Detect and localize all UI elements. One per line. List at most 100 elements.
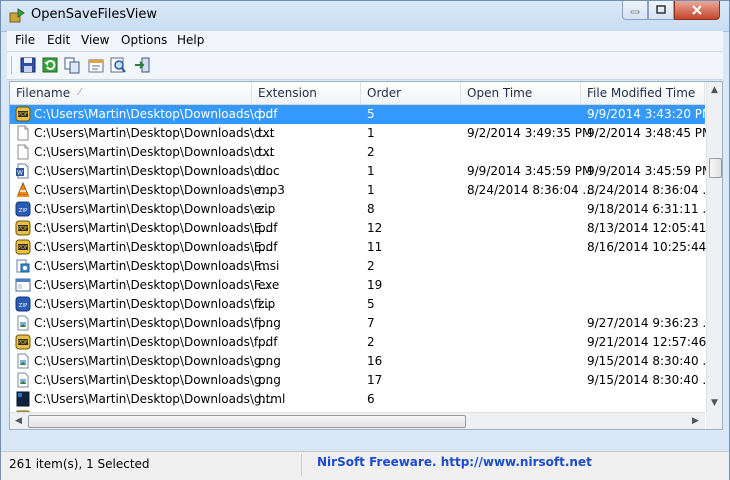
cell-filename: C:\Users\Martin\Desktop\Downloads\f...: [34, 335, 269, 349]
cell-order: 8: [367, 202, 375, 216]
title-bar[interactable]: OpenSaveFilesView: [1, 1, 729, 32]
cell-file-modified-time: 8/13/2014 12:05:41...: [587, 221, 718, 235]
menu-help[interactable]: Help: [177, 33, 204, 47]
table-row[interactable]: C:\Users\Martin\Desktop\Downloads\e... mp…: [10, 181, 714, 200]
pdf-file-icon: PDF: [15, 106, 31, 122]
column-filename[interactable]: Filename ⁄: [10, 82, 252, 104]
cell-filename: C:\Users\Martin\Desktop\Downloads\e...: [34, 183, 273, 197]
blank-file-icon: [17, 125, 29, 141]
menu-edit[interactable]: Edit: [47, 33, 70, 47]
cell-filename: C:\Users\Martin\Desktop\Downloads\g...: [34, 392, 273, 406]
cell-order: 11: [367, 240, 383, 254]
cell-file-modified-time: 8/16/2014 10:25:44...: [587, 240, 718, 254]
refresh-icon[interactable]: [41, 56, 59, 74]
cell-extension: png: [258, 354, 281, 368]
html-file-icon: [16, 391, 30, 407]
cell-filename: C:\Users\Martin\Desktop\Downloads\F...: [34, 259, 271, 273]
column-order[interactable]: Order: [361, 82, 461, 104]
column-file-modified-time[interactable]: File Modified Time: [581, 82, 705, 104]
scroll-right-icon[interactable]: ▶: [692, 416, 699, 426]
menu-options[interactable]: Options: [121, 33, 167, 47]
cell-order: 2: [367, 259, 375, 273]
cell-filename: C:\Users\Martin\Desktop\Downloads\d...: [34, 107, 273, 121]
cell-extension: html: [258, 392, 286, 406]
png-file-icon: [17, 372, 29, 388]
table-row[interactable]: ZIP C:\Users\Martin\Desktop\Downloads\e..…: [10, 200, 714, 219]
vertical-scrollbar[interactable]: ▲ ▼: [706, 82, 722, 412]
table-row[interactable]: PDF C:\Users\Martin\Desktop\Downloads\d..…: [10, 105, 712, 124]
cell-extension: zip: [258, 202, 276, 216]
svg-text:PDF: PDF: [18, 245, 28, 251]
cell-extension: txt: [258, 126, 275, 140]
nirsoft-link[interactable]: NirSoft Freeware. http://www.nirsoft.net: [317, 455, 592, 469]
table-row[interactable]: PDF C:\Users\Martin\Desktop\Downloads\E..…: [10, 238, 718, 257]
properties-icon[interactable]: [87, 56, 105, 74]
table-row[interactable]: C:\Users\Martin\Desktop\Downloads\d... tx…: [10, 143, 705, 162]
find-icon[interactable]: [109, 56, 127, 74]
table-row[interactable]: C:\Users\Martin\Desktop\Downloads\fi... p…: [10, 314, 714, 333]
cell-filename: C:\Users\Martin\Desktop\Downloads\fi...: [34, 297, 273, 311]
cell-file-modified-time: 9/2/2014 3:48:45 PM: [587, 126, 713, 140]
table-row[interactable]: C:\Users\Martin\Desktop\Downloads\g... ht…: [10, 390, 705, 409]
minimize-button[interactable]: [622, 1, 648, 20]
table-row[interactable]: C:\Users\Martin\Desktop\Downloads\F... ex…: [10, 276, 705, 295]
scroll-corner: [706, 412, 722, 429]
table-row[interactable]: PDF C:\Users\Martin\Desktop\Downloads\E..…: [10, 219, 718, 238]
window-title: OpenSaveFilesView: [31, 7, 158, 22]
minimize-icon: [630, 10, 640, 14]
vertical-scroll-thumb[interactable]: [709, 158, 722, 178]
save-icon[interactable]: [19, 56, 37, 74]
svg-text:PDF: PDF: [18, 112, 28, 118]
cell-order: 12: [367, 221, 383, 235]
copy-icon[interactable]: [63, 56, 81, 74]
status-item-count: 261 item(s), 1 Selected: [9, 457, 150, 471]
cell-extension: zip: [258, 297, 276, 311]
cell-filename: C:\Users\Martin\Desktop\Downloads\E...: [34, 240, 273, 254]
maximize-icon: [656, 5, 666, 14]
cell-order: 17: [367, 373, 383, 387]
svg-text:ZIP: ZIP: [19, 208, 28, 214]
close-button[interactable]: [674, 1, 720, 20]
cell-filename: C:\Users\Martin\Desktop\Downloads\fi...: [34, 316, 273, 330]
cell-extension: pdf: [258, 221, 278, 235]
cell-extension: txt: [258, 145, 275, 159]
cell-filename: C:\Users\Martin\Desktop\Downloads\g...: [34, 354, 273, 368]
maximize-button[interactable]: [648, 1, 674, 20]
scroll-up-icon[interactable]: ▲: [711, 85, 718, 95]
cell-file-modified-time: 9/21/2014 12:57:46...: [587, 335, 718, 349]
menu-file[interactable]: File: [15, 33, 35, 47]
cell-filename: C:\Users\Martin\Desktop\Downloads\F...: [34, 278, 271, 292]
table-row[interactable]: ZIP C:\Users\Martin\Desktop\Downloads\fi.…: [10, 295, 705, 314]
table-row[interactable]: W C:\Users\Martin\Desktop\Downloads\d... d…: [10, 162, 712, 181]
cell-order: 5: [367, 297, 375, 311]
table-row[interactable]: C:\Users\Martin\Desktop\Downloads\F... ms…: [10, 257, 705, 276]
cell-order: 1: [367, 164, 375, 178]
cell-extension: exe: [258, 278, 280, 292]
cell-filename: C:\Users\Martin\Desktop\Downloads\e...: [34, 202, 273, 216]
cell-extension: msi: [258, 259, 280, 273]
column-extension[interactable]: Extension: [252, 82, 361, 104]
table-row[interactable]: C:\Users\Martin\Desktop\Downloads\g... pn…: [10, 352, 714, 371]
horizontal-scroll-thumb[interactable]: [28, 415, 466, 428]
cell-order: 6: [367, 392, 375, 406]
scroll-left-icon[interactable]: ◀: [15, 416, 22, 426]
table-row[interactable]: PDF C:\Users\Martin\Desktop\Downloads\f..…: [10, 333, 718, 352]
cell-order: 2: [367, 335, 375, 349]
file-list[interactable]: Filename ⁄ Extension Order Open Time Fil…: [9, 81, 723, 430]
menu-view[interactable]: View: [81, 33, 109, 47]
scroll-down-icon[interactable]: ▼: [711, 398, 718, 408]
pdf-file-icon: PDF: [15, 220, 31, 236]
cell-file-modified-time: 9/18/2014 6:31:11 ...: [587, 202, 714, 216]
list-rows: PDF C:\Users\Martin\Desktop\Downloads\d..…: [10, 105, 718, 429]
cell-order: 1: [367, 126, 375, 140]
cell-open-time: 9/2/2014 3:49:35 PM: [467, 126, 593, 140]
table-row[interactable]: C:\Users\Martin\Desktop\Downloads\d... tx…: [10, 124, 712, 143]
cell-open-time: 8/24/2014 8:36:04 ...: [467, 183, 594, 197]
status-bar: 261 item(s), 1 Selected NirSoft Freeware…: [1, 451, 729, 480]
table-row[interactable]: C:\Users\Martin\Desktop\Downloads\g... pn…: [10, 371, 714, 390]
exit-icon[interactable]: [133, 56, 151, 74]
column-open-time[interactable]: Open Time: [461, 82, 581, 104]
cell-file-modified-time: 9/15/2014 8:30:40 ...: [587, 373, 714, 387]
horizontal-scrollbar[interactable]: ◀ ▶: [10, 412, 705, 429]
cell-extension: doc: [258, 164, 280, 178]
